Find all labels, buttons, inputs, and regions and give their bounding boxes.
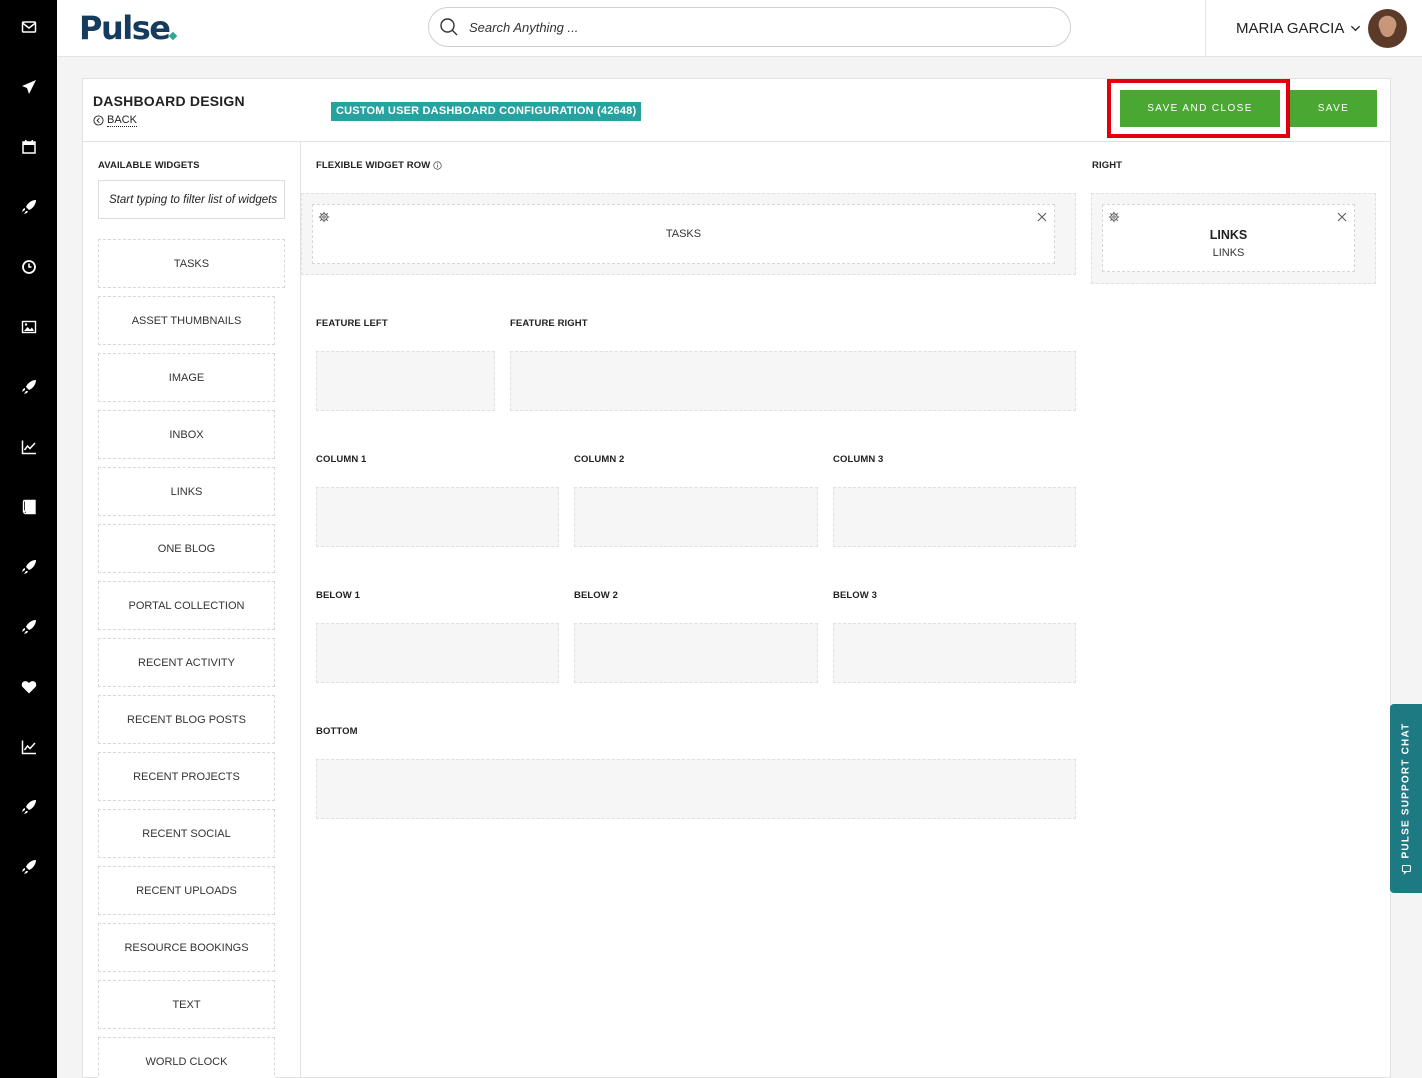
widget-tile-recent-social[interactable]: RECENT SOCIAL <box>98 809 275 858</box>
search-icon <box>440 18 458 36</box>
flexible-row-label-text: FLEXIBLE WIDGET ROW <box>316 160 431 171</box>
below-3-zone[interactable] <box>833 623 1076 683</box>
rocket-icon[interactable] <box>0 852 57 882</box>
widget-tile-recent-activity[interactable]: RECENT ACTIVITY <box>98 638 275 687</box>
widget-tile-one-blog[interactable]: ONE BLOG <box>98 524 275 573</box>
widget-tile-text[interactable]: TEXT <box>98 980 275 1029</box>
save-and-close-button[interactable]: SAVE AND CLOSE <box>1120 90 1280 127</box>
mail-icon[interactable] <box>0 12 57 42</box>
top-header: Pulse MARIA GARCIA <box>57 0 1422 57</box>
avatar[interactable] <box>1368 9 1407 48</box>
widget-tile-tasks[interactable]: TASKS <box>98 239 285 288</box>
dashboard-design-card: DASHBOARD DESIGN BACK CUSTOM USER DASHBO… <box>82 78 1391 1078</box>
save-button[interactable]: SAVE <box>1290 90 1377 127</box>
logo-text: Pulse <box>79 9 171 47</box>
column-3-label: COLUMN 3 <box>833 454 884 465</box>
widget-filter-input[interactable] <box>98 180 285 219</box>
bottom-zone[interactable] <box>316 759 1076 819</box>
search-bar[interactable] <box>428 7 1071 47</box>
placed-widget-title: LINKS <box>1209 228 1248 242</box>
chevron-down-icon <box>1351 25 1361 32</box>
below-2-zone[interactable] <box>574 623 818 683</box>
feature-left-zone[interactable] <box>316 351 495 411</box>
card-header: DASHBOARD DESIGN BACK CUSTOM USER DASHBO… <box>83 79 1390 142</box>
column-3-zone[interactable] <box>833 487 1076 547</box>
right-zone-label: RIGHT <box>1092 160 1123 171</box>
pulse-logo[interactable]: Pulse <box>79 9 178 47</box>
widget-tile-resource-bookings[interactable]: RESOURCE BOOKINGS <box>98 923 275 972</box>
config-badge: CUSTOM USER DASHBOARD CONFIGURATION (426… <box>331 102 642 121</box>
close-icon[interactable] <box>1036 211 1048 223</box>
column-2-zone[interactable] <box>574 487 818 547</box>
info-icon[interactable] <box>433 161 442 170</box>
gear-icon[interactable] <box>1108 211 1120 223</box>
rocket-icon[interactable] <box>0 552 57 582</box>
logo-dot-icon <box>169 31 178 41</box>
back-link[interactable]: BACK <box>93 114 137 127</box>
back-arrow-icon <box>93 115 104 126</box>
clock-icon[interactable] <box>0 252 57 282</box>
support-chat-tab[interactable]: PULSE SUPPORT CHAT <box>1390 704 1422 893</box>
image-icon[interactable] <box>0 312 57 342</box>
flexible-row-zone[interactable]: TASKS <box>301 193 1076 275</box>
chat-icon <box>1401 864 1411 875</box>
chart-icon[interactable] <box>0 432 57 462</box>
below-3-label: BELOW 3 <box>833 590 877 601</box>
rocket-icon[interactable] <box>0 372 57 402</box>
widget-tile-recent-uploads[interactable]: RECENT UPLOADS <box>98 866 275 915</box>
feature-right-label: FEATURE RIGHT <box>510 318 588 329</box>
available-widgets-heading: AVAILABLE WIDGETS <box>98 160 200 171</box>
rocket-icon[interactable] <box>0 612 57 642</box>
calendar-icon[interactable] <box>0 132 57 162</box>
available-widgets-panel: AVAILABLE WIDGETS TASKS ASSET THUMBNAILS… <box>83 142 301 1078</box>
left-nav-rail <box>0 0 57 1078</box>
widget-tile-recent-projects[interactable]: RECENT PROJECTS <box>98 752 275 801</box>
widget-tile-recent-blog-posts[interactable]: RECENT BLOG POSTS <box>98 695 275 744</box>
placed-widget-tasks[interactable]: TASKS <box>312 204 1055 264</box>
rocket-icon[interactable] <box>0 192 57 222</box>
header-divider <box>1205 0 1206 57</box>
placed-widget-links[interactable]: LINKS LINKS <box>1102 204 1355 272</box>
support-chat-label: PULSE SUPPORT CHAT <box>1400 722 1412 859</box>
below-1-zone[interactable] <box>316 623 559 683</box>
page-title: DASHBOARD DESIGN <box>93 93 245 109</box>
right-zone[interactable]: LINKS LINKS <box>1091 193 1376 284</box>
flexible-row-label: FLEXIBLE WIDGET ROW <box>316 160 442 171</box>
widget-tile-portal-collection[interactable]: PORTAL COLLECTION <box>98 581 275 630</box>
widget-tile-image[interactable]: IMAGE <box>98 353 275 402</box>
below-2-label: BELOW 2 <box>574 590 618 601</box>
column-1-zone[interactable] <box>316 487 559 547</box>
column-1-label: COLUMN 1 <box>316 454 367 465</box>
search-input[interactable] <box>469 19 1029 35</box>
widget-tile-links[interactable]: LINKS <box>98 467 275 516</box>
bottom-label: BOTTOM <box>316 726 358 737</box>
column-2-label: COLUMN 2 <box>574 454 625 465</box>
widget-tile-world-clock[interactable]: WORLD CLOCK <box>98 1037 275 1078</box>
widget-tile-inbox[interactable]: INBOX <box>98 410 275 459</box>
chart-icon[interactable] <box>0 732 57 762</box>
close-icon[interactable] <box>1336 211 1348 223</box>
gear-icon[interactable] <box>318 211 330 223</box>
widget-tile-asset-thumbnails[interactable]: ASSET THUMBNAILS <box>98 296 275 345</box>
placed-widget-title: TASKS <box>665 228 702 240</box>
send-icon[interactable] <box>0 72 57 102</box>
user-menu[interactable]: MARIA GARCIA <box>1236 20 1361 37</box>
below-1-label: BELOW 1 <box>316 590 360 601</box>
heart-icon[interactable] <box>0 672 57 702</box>
feature-left-label: FEATURE LEFT <box>316 318 388 329</box>
rocket-icon[interactable] <box>0 792 57 822</box>
back-label: BACK <box>107 114 137 127</box>
feature-right-zone[interactable] <box>510 351 1076 411</box>
placed-widget-subtitle: LINKS <box>1212 247 1245 259</box>
book-icon[interactable] <box>0 492 57 522</box>
user-name: MARIA GARCIA <box>1236 20 1345 37</box>
